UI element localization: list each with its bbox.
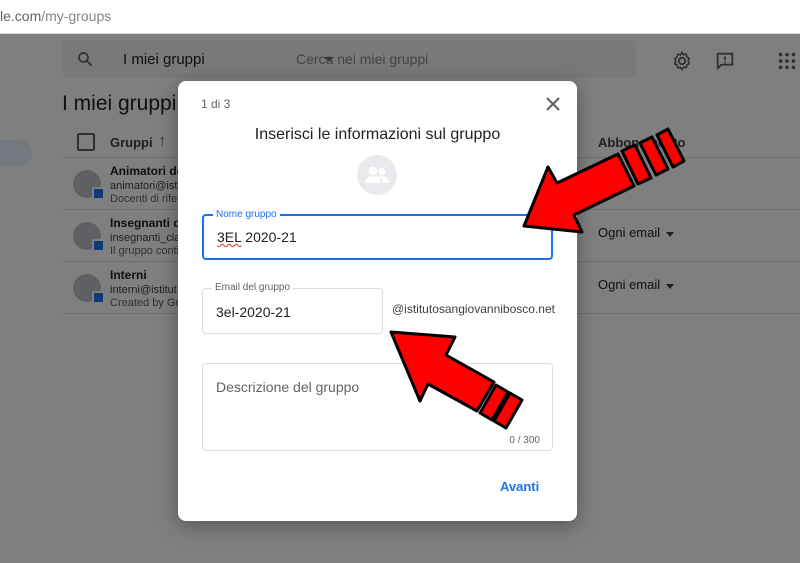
dialog-title: Inserisci le informazioni sul gruppo — [254, 126, 501, 143]
create-group-dialog: 1 di 3 Inserisci le informazioni sul gru… — [178, 81, 577, 521]
character-counter: 0 / 300 — [509, 435, 540, 446]
email-domain-suffix: @istitutosangiovannibosco.net — [392, 302, 555, 316]
close-icon[interactable] — [545, 96, 561, 112]
description-placeholder: Descrizione del gruppo — [216, 379, 360, 395]
group-email-value[interactable]: 3el-2020-21 — [216, 304, 291, 320]
group-email-label: Email del gruppo — [212, 282, 294, 294]
group-name-label: Nome gruppo — [213, 209, 280, 221]
group-description-field[interactable]: Descrizione del gruppo 0 / 300 — [202, 363, 553, 451]
group-people-icon — [357, 155, 397, 195]
next-button[interactable]: Avanti — [500, 479, 539, 494]
browser-url-bar[interactable]: le.com/my-groups — [0, 0, 800, 34]
group-name-field[interactable]: Nome gruppo 3EL 2020-21 — [202, 209, 553, 260]
group-email-field[interactable]: Email del gruppo 3el-2020-21 — [202, 282, 383, 334]
url-text[interactable]: le.com/my-groups — [0, 8, 111, 24]
step-indicator: 1 di 3 — [201, 97, 231, 111]
group-name-value[interactable]: 3EL 2020-21 — [217, 229, 297, 245]
